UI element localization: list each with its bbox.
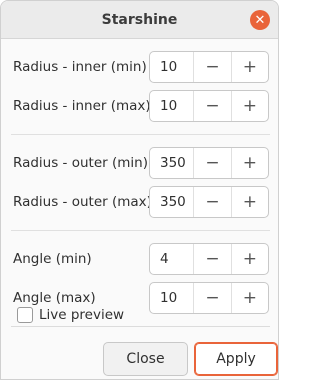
decrement-button[interactable]: − xyxy=(194,187,232,217)
param-row: Angle (min) 4 − + xyxy=(11,243,270,275)
live-preview-option[interactable]: Live preview xyxy=(1,304,278,326)
title-bar: Starshine ✕ xyxy=(1,1,278,39)
param-label: Radius - outer (max) xyxy=(13,194,152,210)
decrement-button[interactable]: − xyxy=(194,91,232,121)
live-preview-label[interactable]: Live preview xyxy=(39,307,124,323)
decrement-button[interactable]: − xyxy=(194,148,232,178)
radius-inner-max-spinner: 10 − + xyxy=(149,90,269,122)
param-label: Radius - outer (min) xyxy=(13,155,148,171)
group-inner-radius: Radius - inner (min) 10 − + Radius - inn… xyxy=(11,39,270,135)
parameter-list: Radius - inner (min) 10 − + Radius - inn… xyxy=(1,39,278,327)
increment-button[interactable]: + xyxy=(232,91,268,121)
group-outer-radius: Radius - outer (min) 350 − + Radius - ou… xyxy=(11,135,270,231)
value-field[interactable]: 4 xyxy=(150,244,195,274)
close-button[interactable]: Close xyxy=(103,342,188,376)
radius-inner-min-spinner: 10 − + xyxy=(149,51,269,83)
param-row: Radius - inner (min) 10 − + xyxy=(11,51,270,83)
value-field[interactable]: 350 xyxy=(150,187,195,217)
increment-button[interactable]: + xyxy=(232,52,268,82)
increment-button[interactable]: + xyxy=(232,187,268,217)
param-label: Radius - inner (min) xyxy=(13,59,147,75)
param-row: Radius - inner (max) 10 − + xyxy=(11,90,270,122)
dialog-footer: Live preview Close Apply xyxy=(1,304,278,376)
value-field[interactable]: 10 xyxy=(150,52,195,82)
action-buttons: Close Apply xyxy=(103,342,278,376)
radius-outer-max-spinner: 350 − + xyxy=(149,186,269,218)
param-row: Radius - outer (max) 350 − + xyxy=(11,186,270,218)
value-field[interactable]: 10 xyxy=(150,91,195,121)
starshine-dialog: Starshine ✕ Radius - inner (min) 10 − + … xyxy=(0,0,279,380)
increment-button[interactable]: + xyxy=(232,148,268,178)
param-row: Radius - outer (min) 350 − + xyxy=(11,147,270,179)
param-label: Angle (min) xyxy=(13,251,92,267)
apply-button[interactable]: Apply xyxy=(194,342,278,376)
angle-min-spinner: 4 − + xyxy=(149,243,269,275)
param-label: Radius - inner (max) xyxy=(13,98,151,114)
live-preview-checkbox[interactable] xyxy=(17,307,33,323)
increment-button[interactable]: + xyxy=(232,244,268,274)
radius-outer-min-spinner: 350 − + xyxy=(149,147,269,179)
window-title: Starshine xyxy=(101,11,178,28)
close-icon[interactable]: ✕ xyxy=(250,10,270,30)
value-field[interactable]: 350 xyxy=(150,148,195,178)
decrement-button[interactable]: − xyxy=(194,52,232,82)
decrement-button[interactable]: − xyxy=(194,244,232,274)
